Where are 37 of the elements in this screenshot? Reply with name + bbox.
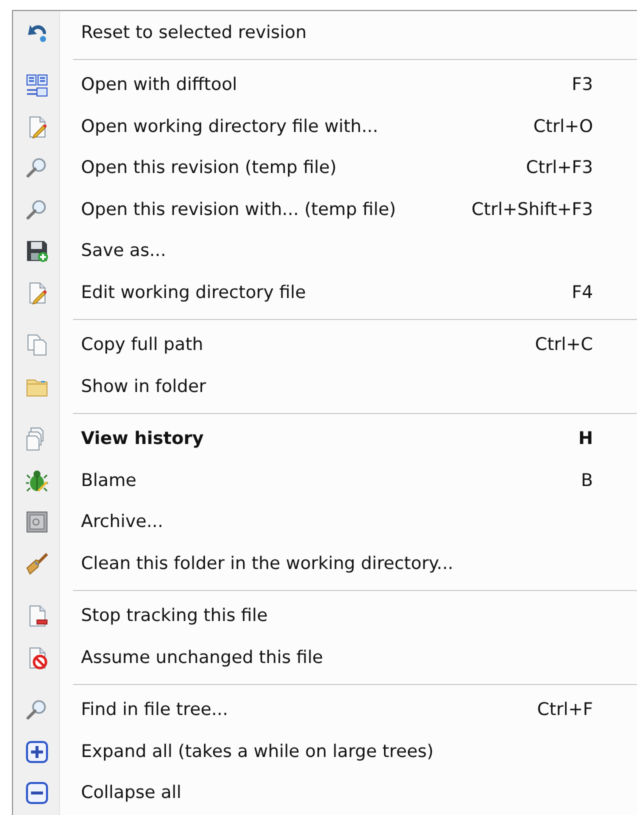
menu-item[interactable]: View history H <box>13 418 637 460</box>
menu-item[interactable]: Open with difftool F3 <box>13 64 637 106</box>
shortcut-label: F4 <box>570 282 594 303</box>
menu-item[interactable]: Copy full path Ctrl+C <box>13 324 637 366</box>
menu-item[interactable]: Open this revision (temp file) Ctrl+F3 <box>13 148 637 189</box>
menu-item[interactable]: Clean this folder in the working directory... <box>13 543 637 584</box>
menu-item[interactable]: Expand all (takes a while on large trees) <box>13 731 637 772</box>
diff-icon <box>24 73 48 98</box>
shortcut-label: Ctrl+O <box>532 116 594 137</box>
shortcut-label: B <box>580 470 594 491</box>
shortcut-label: Ctrl+F3 <box>524 158 594 178</box>
minus-icon <box>24 781 48 806</box>
shortcut-label: F3 <box>570 75 594 96</box>
copy-icon <box>24 333 48 358</box>
menu-item[interactable]: Edit working directory file F4 <box>13 272 637 314</box>
menu-item[interactable]: Blame B <box>13 460 637 502</box>
menu-item[interactable]: Find in file tree... Ctrl+F <box>13 690 637 731</box>
shortcut-label: Ctrl+C <box>534 335 594 356</box>
menu-item[interactable]: Show in folder <box>13 366 637 408</box>
plus-icon <box>24 740 48 764</box>
menu-item[interactable]: Open working directory file with... Ctrl+O <box>13 106 637 148</box>
search-icon <box>24 198 48 222</box>
menu-item[interactable]: Open this revision with... (temp file) Ctrl+Shift+F3 <box>13 189 637 230</box>
bug-icon <box>24 468 48 493</box>
shortcut-label: Ctrl+Shift+F3 <box>470 200 594 220</box>
menu-item[interactable]: Stop tracking this file <box>13 596 637 637</box>
menu-item[interactable]: Reset to selected revision <box>13 12 637 54</box>
broom-icon <box>24 552 48 576</box>
search-icon <box>24 156 48 180</box>
menu-item[interactable]: Archive... <box>13 502 637 543</box>
shortcut-label: Ctrl+F <box>536 700 594 720</box>
menu-item[interactable]: Assume unchanged this file <box>13 637 637 678</box>
menu-item[interactable]: Save as... <box>13 230 637 272</box>
shortcut-label: H <box>577 429 594 450</box>
safe-icon <box>24 510 48 534</box>
search-icon <box>24 698 48 722</box>
menu-item[interactable]: Collapse all <box>13 772 637 814</box>
